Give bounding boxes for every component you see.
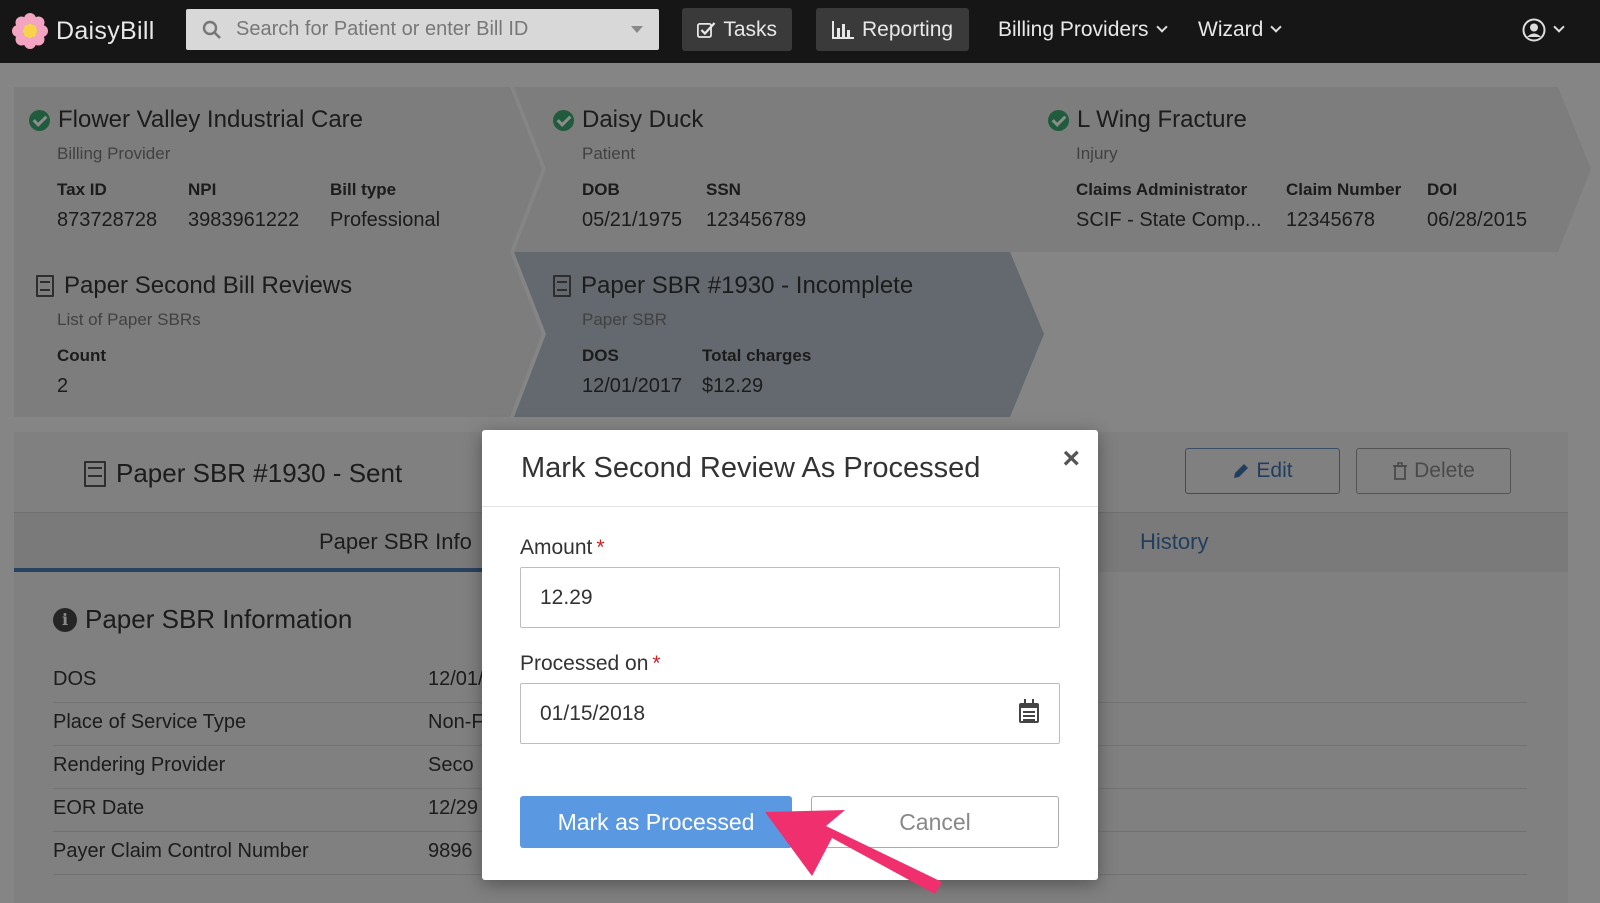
wizard-menu[interactable]: Wizard (1198, 8, 1283, 51)
chevron-down-icon (1270, 21, 1283, 33)
brand-logo[interactable]: DaisyBill (12, 11, 155, 51)
required-marker: * (652, 652, 661, 675)
billing-providers-menu[interactable]: Billing Providers (998, 8, 1168, 51)
reporting-button[interactable]: Reporting (816, 8, 969, 51)
tasks-label: Tasks (723, 17, 777, 41)
required-marker: * (596, 536, 605, 559)
user-avatar-icon (1522, 18, 1546, 41)
amount-value: 12.29 (540, 585, 593, 609)
processed-on-date-input[interactable]: 01/15/2018 (520, 683, 1060, 744)
checkbox-icon (697, 21, 716, 38)
amount-label: Amount * (520, 536, 605, 560)
close-icon[interactable]: × (1062, 444, 1080, 474)
mark-as-processed-button[interactable]: Mark as Processed (520, 796, 792, 848)
modal-header: Mark Second Review As Processed × (482, 430, 1098, 507)
calendar-icon[interactable] (1019, 699, 1039, 723)
user-menu[interactable] (1522, 8, 1565, 51)
amount-input[interactable]: 12.29 (520, 567, 1060, 628)
search-dropdown-caret-icon[interactable] (631, 26, 643, 33)
mark-processed-modal: Mark Second Review As Processed × Amount… (482, 430, 1098, 880)
processed-on-label-text: Processed on (520, 652, 649, 675)
search-icon (202, 20, 221, 39)
processed-on-value: 01/15/2018 (540, 701, 646, 725)
reporting-label: Reporting (862, 17, 954, 41)
tasks-button[interactable]: Tasks (682, 8, 792, 51)
brand-name: DaisyBill (56, 16, 155, 45)
bar-chart-icon (832, 20, 854, 39)
cancel-button[interactable]: Cancel (811, 796, 1059, 848)
search-input[interactable]: Search for Patient or enter Bill ID (186, 9, 659, 50)
amount-label-text: Amount (520, 536, 593, 559)
processed-on-label: Processed on * (520, 652, 661, 676)
top-navbar: DaisyBill Search for Patient or enter Bi… (0, 0, 1600, 63)
modal-title: Mark Second Review As Processed (521, 452, 981, 484)
billing-providers-label: Billing Providers (998, 17, 1149, 41)
daisy-icon (12, 13, 48, 49)
wizard-label: Wizard (1198, 17, 1264, 41)
chevron-down-icon (1155, 21, 1168, 33)
chevron-down-icon (1553, 21, 1565, 33)
search-placeholder: Search for Patient or enter Bill ID (236, 18, 529, 40)
